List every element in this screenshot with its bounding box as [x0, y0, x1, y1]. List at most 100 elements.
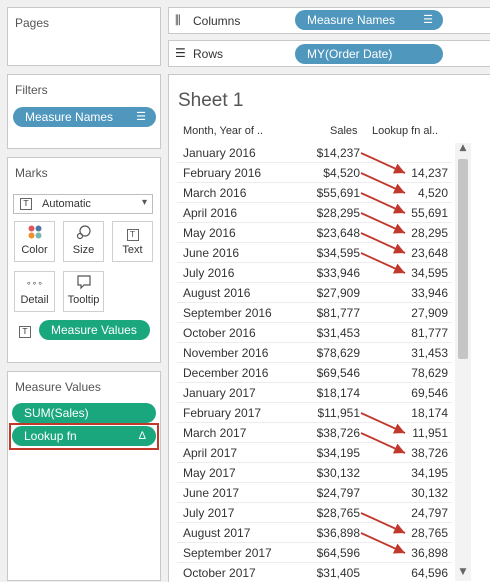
scroll-up-arrow-icon[interactable]: ▲: [455, 143, 471, 157]
sales-cell: $27,909: [316, 286, 360, 300]
rows-label: Rows: [193, 47, 224, 61]
month-cell: October 2016: [183, 326, 256, 340]
size-label: Size: [72, 244, 95, 256]
table-row[interactable]: October 2017 $31,405 64,596: [177, 563, 452, 582]
sales-cell: $14,237: [316, 146, 360, 160]
color-dots-icon: [15, 224, 54, 244]
tooltip-label: Tooltip: [67, 294, 100, 306]
month-cell: July 2017: [183, 506, 235, 520]
sort-icon: ☰: [423, 14, 433, 26]
columns-pill-label: Measure Names: [307, 13, 396, 27]
scrollbar-thumb[interactable]: [458, 159, 468, 359]
lookup-column-header[interactable]: Lookup fn al..: [372, 125, 438, 137]
table-row[interactable]: February 2016 $4,520 14,237: [177, 163, 452, 183]
filter-measure-names-pill[interactable]: Measure Names ☰: [13, 107, 156, 127]
text-icon: T: [113, 224, 152, 244]
sales-cell: $24,797: [316, 486, 360, 500]
table-row[interactable]: May 2017 $30,132 34,195: [177, 463, 452, 483]
table-row[interactable]: November 2016 $78,629 31,453: [177, 343, 452, 363]
month-cell: June 2017: [183, 486, 240, 500]
mark-type-select[interactable]: T Automatic ▾: [13, 194, 153, 214]
lookup-cell: 38,726: [411, 446, 448, 460]
table-row[interactable]: September 2017 $64,596 36,898: [177, 543, 452, 563]
month-cell: December 2016: [183, 366, 269, 380]
tooltip-button[interactable]: Tooltip: [63, 271, 104, 312]
rows-order-date-pill[interactable]: MY(Order Date): [295, 44, 443, 64]
vertical-scrollbar[interactable]: ▲ ▼: [455, 143, 471, 581]
marks-title: Marks: [15, 166, 48, 180]
filters-title: Filters: [15, 83, 48, 97]
sales-cell: $4,520: [323, 166, 360, 180]
delta-icon: Δ: [138, 430, 146, 442]
measure-values-text-pill[interactable]: Measure Values: [39, 320, 150, 340]
table-row[interactable]: January 2016 $14,237: [177, 143, 452, 163]
lookup-cell: 27,909: [411, 306, 448, 320]
filter-lines-icon: ☰: [136, 111, 146, 123]
table-row[interactable]: June 2017 $24,797 30,132: [177, 483, 452, 503]
sales-cell: $38,726: [316, 426, 360, 440]
table-row[interactable]: April 2016 $28,295 55,691: [177, 203, 452, 223]
table-row[interactable]: October 2016 $31,453 81,777: [177, 323, 452, 343]
month-cell: January 2016: [183, 146, 256, 160]
table-row[interactable]: December 2016 $69,546 78,629: [177, 363, 452, 383]
scroll-down-arrow-icon[interactable]: ▼: [455, 567, 471, 581]
table-row[interactable]: April 2017 $34,195 38,726: [177, 443, 452, 463]
sales-cell: $33,946: [316, 266, 360, 280]
sales-column-header[interactable]: Sales: [330, 125, 358, 137]
color-button[interactable]: Color: [14, 221, 55, 262]
sales-cell: $69,546: [316, 366, 360, 380]
sales-cell: $23,648: [316, 226, 360, 240]
size-button[interactable]: Size: [63, 221, 104, 262]
month-cell: September 2017: [183, 546, 272, 560]
sales-cell: $30,132: [316, 466, 360, 480]
month-cell: March 2016: [183, 186, 247, 200]
table-row[interactable]: July 2017 $28,765 24,797: [177, 503, 452, 523]
detail-button[interactable]: ∘∘∘ Detail: [14, 271, 55, 312]
sales-cell: $18,174: [316, 386, 360, 400]
table-row[interactable]: August 2017 $36,898 28,765: [177, 523, 452, 543]
lookup-cell: 55,691: [411, 206, 448, 220]
sales-cell: $78,629: [316, 346, 360, 360]
sales-cell: $81,777: [316, 306, 360, 320]
month-cell: February 2016: [183, 166, 262, 180]
table-row[interactable]: June 2016 $34,595 23,648: [177, 243, 452, 263]
lookup-cell: 33,946: [411, 286, 448, 300]
columns-measure-names-pill[interactable]: Measure Names ☰: [295, 10, 443, 30]
lookup-cell: 78,629: [411, 366, 448, 380]
pages-pane[interactable]: Pages: [7, 7, 161, 66]
columns-icon: ⫼: [175, 13, 181, 27]
sheet-title: Sheet 1: [178, 90, 244, 111]
mark-type-value: Automatic: [42, 198, 91, 210]
sales-cell: $34,595: [316, 246, 360, 260]
table-row[interactable]: September 2016 $81,777 27,909: [177, 303, 452, 323]
month-cell: May 2017: [183, 466, 236, 480]
filters-pane[interactable]: Filters Measure Names ☰: [7, 74, 161, 149]
sales-cell: $11,951: [317, 406, 361, 420]
text-encoding-icon: T: [19, 323, 31, 338]
table-row[interactable]: March 2017 $38,726 11,951: [177, 423, 452, 443]
month-cell: April 2016: [183, 206, 238, 220]
text-button[interactable]: T Text: [112, 221, 153, 262]
table-row[interactable]: July 2016 $33,946 34,595: [177, 263, 452, 283]
rows-pill-label: MY(Order Date): [307, 47, 393, 61]
table-row[interactable]: March 2016 $55,691 4,520: [177, 183, 452, 203]
table-row[interactable]: May 2016 $23,648 28,295: [177, 223, 452, 243]
sum-sales-pill[interactable]: SUM(Sales): [12, 403, 156, 423]
table-row[interactable]: February 2017 $11,951 18,174: [177, 403, 452, 423]
lookup-fn-label: Lookup fn: [24, 429, 77, 443]
measure-values-title: Measure Values: [15, 380, 101, 394]
sum-sales-label: SUM(Sales): [24, 406, 89, 420]
lookup-cell: 28,765: [411, 526, 448, 540]
month-cell: August 2016: [183, 286, 251, 300]
size-icon: [64, 224, 103, 244]
table-row[interactable]: January 2017 $18,174 69,546: [177, 383, 452, 403]
detail-label: Detail: [20, 294, 49, 306]
sales-cell: $31,453: [316, 326, 360, 340]
text-label: Text: [122, 244, 143, 256]
detail-dots-icon: ∘∘∘: [26, 279, 43, 289]
lookup-fn-pill[interactable]: Lookup fn Δ: [12, 426, 156, 446]
table-row[interactable]: August 2016 $27,909 33,946: [177, 283, 452, 303]
month-cell: November 2016: [183, 346, 269, 360]
month-column-header[interactable]: Month, Year of ..: [183, 125, 263, 137]
text-pill-label: Measure Values: [51, 323, 137, 337]
